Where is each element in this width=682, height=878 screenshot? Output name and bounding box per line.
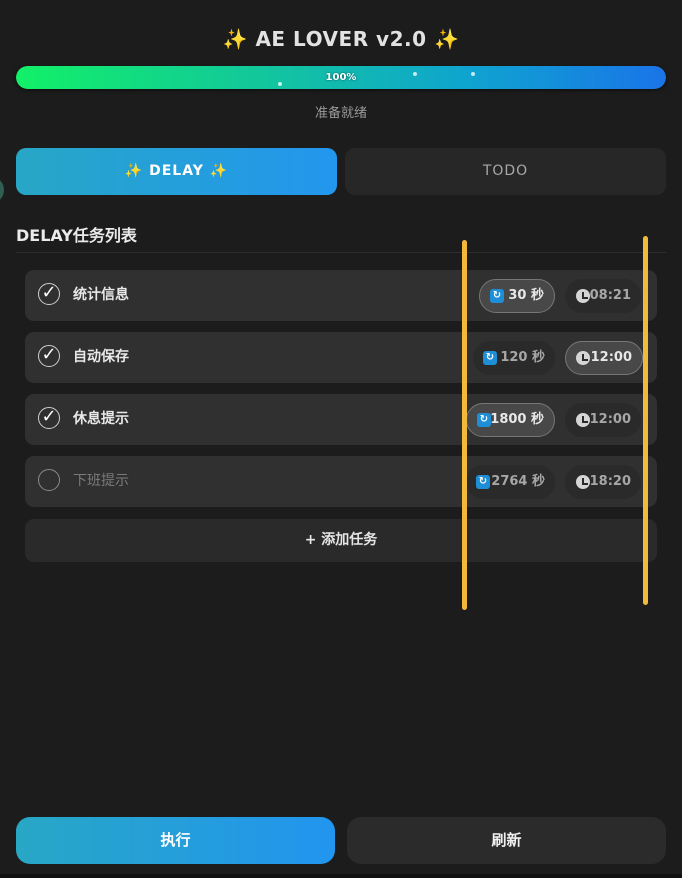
refresh-icon: ↻ [490, 289, 504, 303]
app-title-text: AE LOVER v2.0 [255, 27, 427, 51]
app-title: ✨ AE LOVER v2.0 ✨ [0, 27, 682, 51]
task-name[interactable]: 自动保存 [73, 332, 129, 383]
add-task-button[interactable]: + 添加任务 [25, 519, 657, 562]
task-row: ✓ 休息提示 ↻ 1800 秒 12:00 [25, 394, 657, 445]
time-value: 12:00 [590, 350, 632, 365]
progress-label: 100% [325, 72, 357, 83]
refresh-icon: ↻ [477, 413, 491, 427]
highlight-line-right [643, 236, 648, 605]
section-title: DELAY任务列表 [16, 226, 137, 245]
interval-value: 2764 秒 [491, 474, 545, 489]
interval-pill[interactable]: ↻ 30 秒 [479, 279, 555, 313]
clock-icon [576, 289, 590, 303]
highlight-line-left [462, 240, 467, 610]
task-checkbox[interactable]: ✓ [38, 345, 60, 367]
task-checkbox[interactable]: ✓ [38, 283, 60, 305]
clock-icon [576, 475, 590, 489]
interval-pill[interactable]: ↻ 2764 秒 [466, 465, 555, 499]
sparkle-icon: ✨ [222, 27, 248, 51]
task-name[interactable]: 休息提示 [73, 394, 129, 445]
divider [16, 252, 666, 253]
time-pill[interactable]: 08:21 [565, 279, 641, 313]
task-row: 下班提示 ↻ 2764 秒 18:20 [25, 456, 657, 507]
interval-value: 120 秒 [500, 350, 545, 365]
interval-pill[interactable]: ↻ 1800 秒 [466, 403, 555, 437]
time-pill[interactable]: 12:00 [565, 403, 641, 437]
side-handle[interactable] [0, 176, 4, 204]
interval-pill[interactable]: ↻ 120 秒 [473, 341, 555, 375]
tab-todo[interactable]: TODO [345, 148, 666, 195]
task-checkbox[interactable]: ✓ [38, 407, 60, 429]
refresh-button[interactable]: 刷新 [347, 817, 666, 864]
clock-icon [576, 413, 590, 427]
time-value: 18:20 [589, 474, 631, 489]
time-value: 12:00 [589, 412, 631, 427]
run-button[interactable]: 执行 [16, 817, 335, 864]
time-value: 08:21 [589, 288, 631, 303]
task-name[interactable]: 下班提示 [73, 456, 129, 507]
progress-bar: 100% [16, 66, 666, 89]
task-row: ✓ 自动保存 ↻ 120 秒 12:00 [25, 332, 657, 383]
time-pill[interactable]: 12:00 [565, 341, 643, 375]
clock-icon [576, 351, 590, 365]
interval-value: 1800 秒 [490, 412, 544, 427]
sparkle-icon: ✨ [434, 27, 460, 51]
status-text: 准备就绪 [314, 106, 367, 121]
time-pill[interactable]: 18:20 [565, 465, 641, 499]
task-checkbox[interactable] [38, 469, 60, 491]
refresh-icon: ↻ [483, 351, 497, 365]
app-window: ✨ AE LOVER v2.0 ✨ 100% 准备就绪 ✨ DELAY ✨ TO… [0, 0, 682, 878]
task-name[interactable]: 统计信息 [73, 270, 129, 321]
tab-delay[interactable]: ✨ DELAY ✨ [16, 148, 337, 195]
interval-value: 30 秒 [508, 288, 544, 303]
refresh-icon: ↻ [476, 475, 490, 489]
bottom-edge [0, 874, 682, 878]
task-row: ✓ 统计信息 ↻ 30 秒 08:21 [25, 270, 657, 321]
